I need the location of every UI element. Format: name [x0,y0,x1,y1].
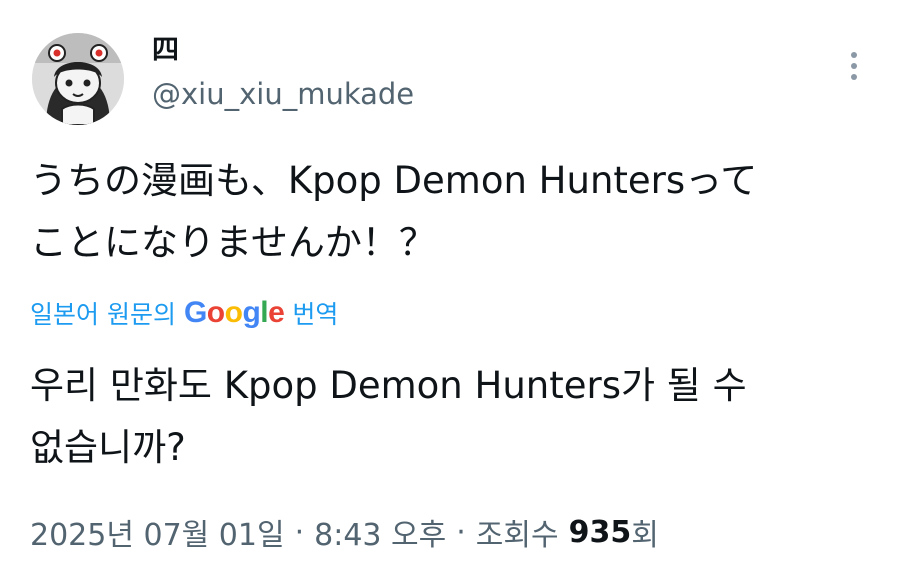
google-logo: Google [183,296,285,330]
views-unit: 회 [631,518,659,553]
google-logo-letter: g [242,296,261,329]
google-logo-letter: o [206,296,225,329]
tweet-metadata: 2025년 07월 01일 · 8:43 오후 · 조회수 935 회 [30,508,659,556]
views-count: 935 [568,514,632,550]
separator-dot: · [456,514,466,550]
google-logo-letter: l [260,296,269,329]
tweet-card: 四 @xiu_xiu_mukade うちの漫画も、Kpop Demon Hunt… [0,0,900,575]
separator-dot: · [294,514,305,550]
translation-suffix: 번역 [292,300,339,329]
tweet-text: うちの漫画も、Kpop Demon Huntersって ことになりませんか！？ [30,159,758,264]
display-name[interactable]: 四 [152,34,179,68]
translated-text: 우리 만화도 Kpop Demon Hunters가 될 수 없습니까? [30,364,747,469]
google-logo-letter: o [224,296,243,329]
tweet-date[interactable]: 2025년 07월 01일 [30,510,285,554]
google-logo-letter: e [268,296,285,329]
views-label: 조회수 [475,518,559,553]
user-handle[interactable]: @xiu_xiu_mukade [152,76,414,112]
avatar[interactable] [32,33,124,125]
more-vertical-icon [851,52,857,80]
more-options-button[interactable] [836,46,872,86]
translation-attribution[interactable]: 일본어 원문의 Google 번역 [30,292,338,334]
avatar-image [32,33,124,125]
tweet-time[interactable]: 8:43 오후 [314,510,446,554]
google-logo-letter: G [183,296,207,329]
translation-prefix: 일본어 원문의 [30,300,176,329]
